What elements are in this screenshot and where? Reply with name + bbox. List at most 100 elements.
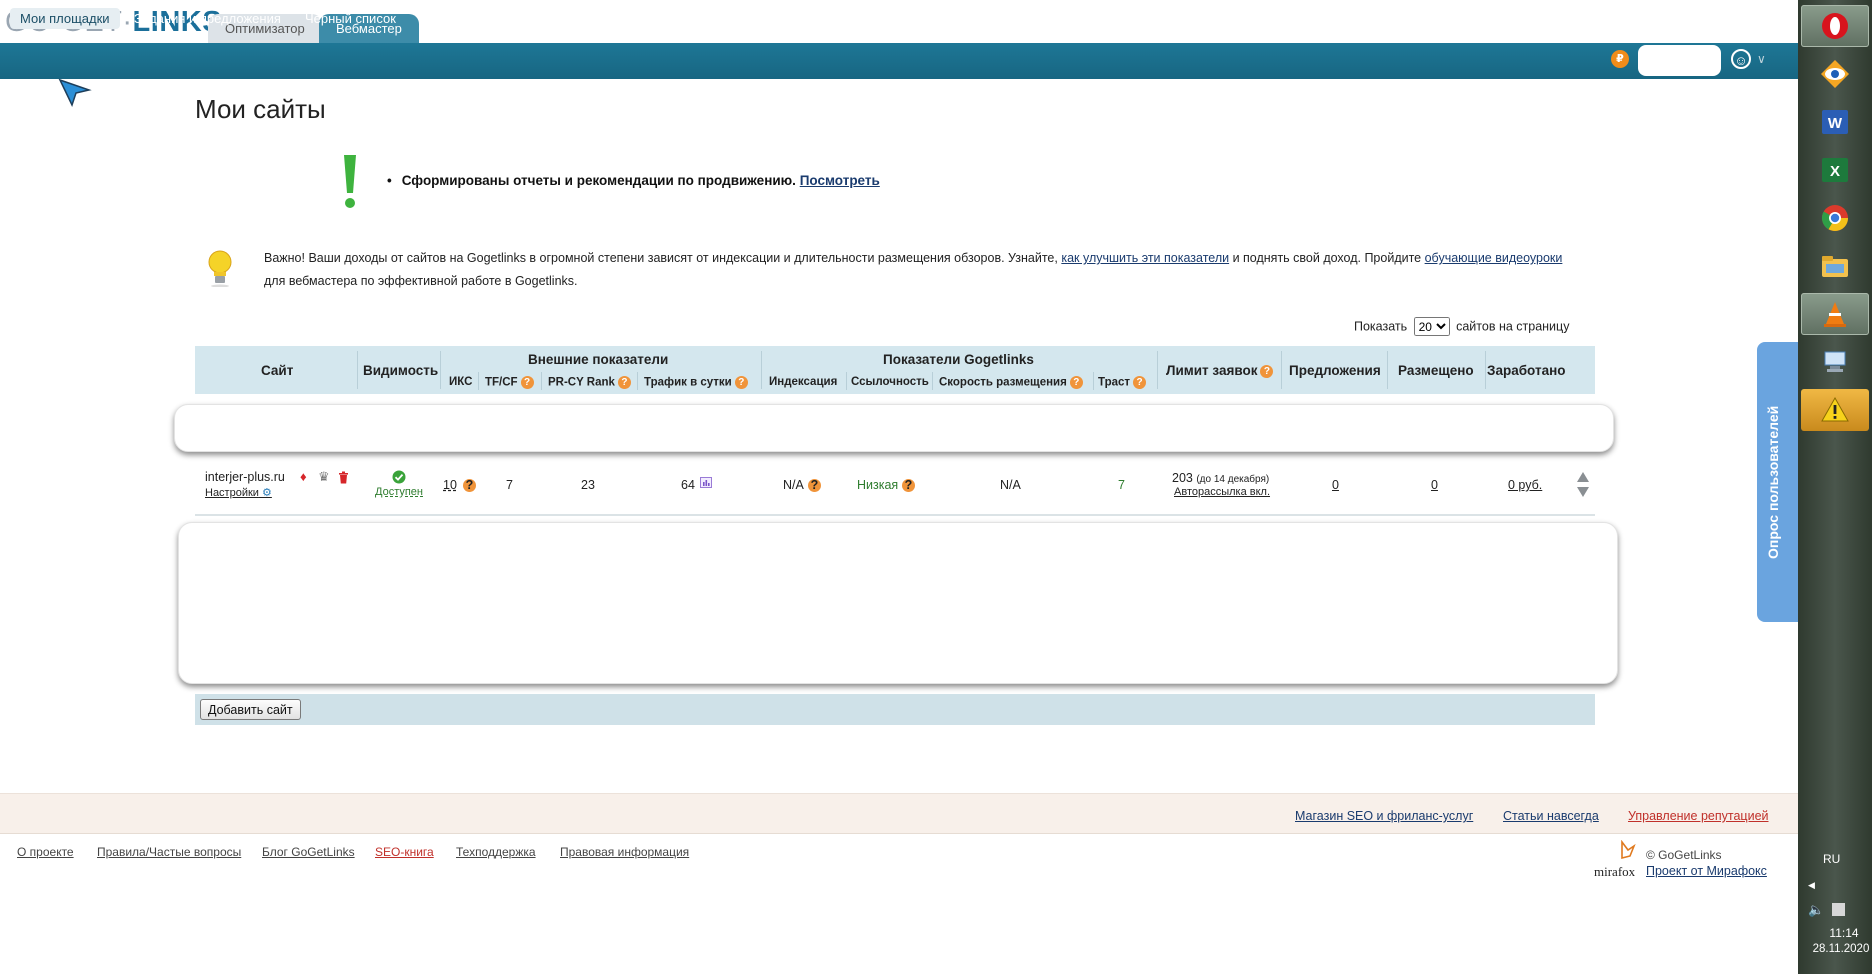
help-icon[interactable]: ? [520, 376, 534, 389]
action-center-flag-icon[interactable] [1832, 903, 1845, 916]
volume-icon[interactable]: 🔈 [1808, 902, 1824, 918]
taskbar-eye-app[interactable] [1801, 53, 1869, 95]
site-settings-link[interactable]: Настройки ⚙ [205, 486, 272, 499]
taskbar-chrome[interactable] [1801, 197, 1869, 239]
exclamation-icon [344, 155, 356, 208]
taskbar-opera[interactable] [1801, 5, 1869, 47]
col-visibility[interactable]: Видимость [363, 363, 438, 378]
copyright: © GoGetLinks [1646, 848, 1722, 862]
help-icon[interactable]: ? [734, 376, 748, 389]
chevron-down-icon[interactable]: ∨ [1757, 52, 1766, 66]
trash-icon[interactable] [338, 471, 349, 484]
nav-blacklist[interactable]: Черный список [295, 8, 406, 29]
mirafox-project-link[interactable]: Проект от Мирафокс [1646, 864, 1767, 878]
footer-link-about[interactable]: О проекте [17, 845, 74, 859]
clock-time[interactable]: 11:14 [1814, 926, 1872, 940]
col-traffic-label: Трафик в сутки [644, 376, 732, 389]
help-icon[interactable]: ? [1260, 364, 1274, 378]
header-divider [1093, 372, 1094, 390]
per-page-label: Показать [1354, 319, 1408, 334]
taskbar-explorer[interactable] [1801, 245, 1869, 287]
windows-taskbar: W X [1798, 0, 1872, 974]
tfcf-value: 7 [506, 478, 513, 492]
col-traffic[interactable]: Трафик в сутки? [644, 376, 748, 389]
footer-link-seo-book[interactable]: SEO-книга [375, 845, 434, 859]
info-text-3: для вебмастера по эффективной работе в G… [264, 274, 578, 288]
user-icon[interactable]: ☺ [1731, 49, 1751, 69]
help-icon[interactable]: ? [808, 479, 821, 492]
help-icon[interactable]: ? [1133, 376, 1147, 389]
footer-link-reputation[interactable]: Управление репутацией [1628, 809, 1769, 823]
trophy-icon[interactable]: ♛ [318, 469, 330, 485]
col-offers[interactable]: Предложения [1289, 363, 1381, 378]
footer-link-blog[interactable]: Блог GoGetLinks [262, 845, 355, 859]
visibility-status-link[interactable]: Доступен [375, 486, 423, 498]
footer-link-support[interactable]: Техподдержка [456, 845, 536, 859]
table-footer-bar [195, 694, 1595, 725]
balance-box[interactable] [1638, 45, 1721, 76]
main-nav-bar [0, 43, 1798, 79]
col-prcy[interactable]: PR-CY Rank? [548, 376, 631, 389]
limit-value: 203 [1172, 471, 1193, 485]
stats-chart-icon[interactable] [700, 477, 712, 488]
col-linkiness[interactable]: Ссылочность [851, 376, 929, 388]
col-group-gogetlinks: Показатели Gogetlinks [883, 352, 1034, 367]
report-notice: • Сформированы отчеты и рекомендации по п… [387, 173, 880, 188]
header-divider [761, 351, 762, 389]
video-lessons-link[interactable]: обучающие видеоуроки [1425, 251, 1563, 265]
col-placed[interactable]: Размещено [1398, 363, 1474, 378]
site-domain: interjer-plus.ru [205, 470, 285, 484]
taskbar-word[interactable]: W [1801, 101, 1869, 143]
col-trust-label: Траст [1098, 376, 1131, 389]
earned-value-link[interactable]: 0 руб. [1508, 478, 1542, 492]
placed-value-link[interactable]: 0 [1431, 478, 1438, 492]
improve-metrics-link[interactable]: как улучшить эти показатели [1061, 251, 1229, 265]
site-settings-label: Настройки [205, 487, 259, 499]
iks-value-link[interactable]: 10 [443, 478, 457, 492]
col-indexing[interactable]: Индексация [769, 376, 837, 388]
nav-campaign-search[interactable]: Поиск кампаний [412, 8, 530, 29]
add-site-button[interactable]: Добавить сайт [200, 699, 301, 720]
taskbar-network[interactable] [1801, 341, 1869, 383]
help-icon[interactable]: ? [463, 479, 476, 492]
offers-value-link[interactable]: 0 [1332, 478, 1339, 492]
col-site[interactable]: Сайт [261, 363, 293, 378]
survey-tab-label: Опрос пользователей [1765, 405, 1781, 559]
nav-tasks-offers[interactable]: Задания и предложения [124, 8, 291, 29]
col-earned[interactable]: Заработано [1487, 363, 1566, 378]
chrome-icon [1821, 205, 1849, 232]
col-limit[interactable]: Лимит заявок? [1166, 363, 1274, 378]
trust-value: 7 [1118, 478, 1125, 492]
footer-link-rules[interactable]: Правила/Частые вопросы [97, 845, 241, 859]
taskbar-excel[interactable]: X [1801, 149, 1869, 191]
footer-link-seo-shop[interactable]: Магазин SEO и фриланс-услуг [1295, 809, 1473, 823]
sort-arrows-icon[interactable] [1576, 471, 1590, 499]
per-page-select[interactable]: 20 [1413, 317, 1450, 336]
clock-date[interactable]: 28.11.2020 [1806, 943, 1872, 955]
eye-icon [1821, 60, 1849, 88]
diamond-icon[interactable]: ♦ [300, 469, 307, 484]
col-iks[interactable]: ИКС [449, 376, 472, 388]
nav-messages[interactable]: Сообщения [535, 8, 626, 29]
word-icon: W [1822, 110, 1848, 134]
header-divider [541, 372, 542, 390]
col-trust[interactable]: Траст? [1098, 376, 1147, 389]
help-icon[interactable]: ? [617, 376, 631, 389]
tray-expand-icon[interactable]: ◀ [1808, 880, 1815, 891]
taskbar-vlc[interactable] [1801, 293, 1869, 335]
taskbar-warning[interactable] [1801, 389, 1869, 431]
notice-view-link[interactable]: Посмотреть [800, 173, 880, 188]
footer-link-legal[interactable]: Правовая информация [560, 845, 689, 859]
coin-icon[interactable]: ₽ [1611, 50, 1629, 68]
help-icon[interactable]: ? [902, 479, 915, 492]
footer-link-articles[interactable]: Статьи навсегда [1503, 809, 1599, 823]
nav-my-sites[interactable]: Мои площадки [10, 8, 120, 29]
language-indicator[interactable]: RU [1823, 852, 1840, 866]
col-speed-label: Скорость размещения [939, 376, 1067, 389]
col-prcy-label: PR-CY Rank [548, 376, 615, 389]
mouse-cursor-icon [58, 78, 92, 107]
col-tfcf[interactable]: TF/CF? [485, 376, 534, 389]
help-icon[interactable]: ? [1069, 376, 1083, 389]
autosend-link[interactable]: Авторассылка вкл. [1174, 486, 1270, 498]
col-speed[interactable]: Скорость размещения? [939, 376, 1083, 389]
